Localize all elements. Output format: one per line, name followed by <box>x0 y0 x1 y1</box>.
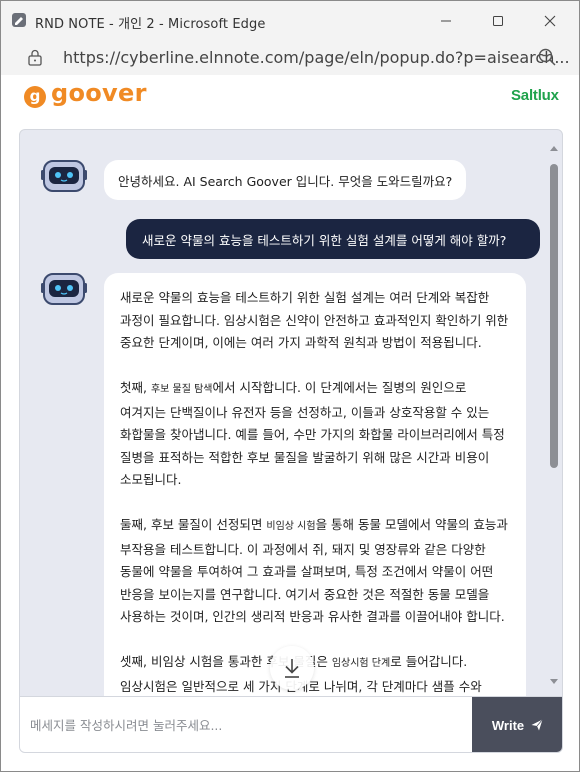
url-text[interactable]: https://cyberline.elnnote.com/page/eln/p… <box>63 48 570 67</box>
chat-messages[interactable]: 안녕하세요. AI Search Goover 입니다. 무엇을 도와드릴까요?… <box>20 130 546 696</box>
answer-paragraph: 첫째, 후보 물질 탐색에서 시작합니다. 이 단계에서는 질병의 원인으로 여… <box>120 380 505 487</box>
address-bar: https://cyberline.elnnote.com/page/eln/p… <box>1 41 579 75</box>
scrollbar[interactable] <box>548 138 560 694</box>
bot-greeting-bubble: 안녕하세요. AI Search Goover 입니다. 무엇을 도와드릴까요? <box>104 160 467 200</box>
minimize-icon <box>441 20 451 22</box>
scroll-up-icon[interactable] <box>549 144 559 152</box>
close-icon <box>544 15 556 27</box>
maximize-button[interactable] <box>483 9 513 33</box>
minimize-button[interactable] <box>431 9 461 33</box>
user-message-bubble: 새로운 약물의 효능을 테스트하기 위한 실험 설계를 어떻게 해야 할까? <box>126 219 540 259</box>
title-bar: RND NOTE - 개인 2 - Microsoft Edge <box>1 1 579 41</box>
browser-window: RND NOTE - 개인 2 - Microsoft Edge https:/… <box>0 0 580 772</box>
arrow-down-icon <box>285 659 299 678</box>
goover-logo-mark: g <box>24 86 46 108</box>
keyword-tag[interactable]: 후보 물질 탐색 <box>151 384 213 395</box>
saltlux-logo: Saltlux <box>511 87 559 104</box>
lock-icon[interactable] <box>27 48 43 66</box>
message-input[interactable] <box>20 697 472 752</box>
message-composer: Write <box>20 696 562 752</box>
paper-plane-icon <box>531 719 543 731</box>
maximize-icon <box>493 16 503 26</box>
window-title: RND NOTE - 개인 2 - Microsoft Edge <box>35 17 266 32</box>
robot-icon <box>41 160 87 192</box>
answer-paragraph: 새로운 약물의 효능을 테스트하기 위한 실험 설계는 여러 단계와 복잡한 과… <box>120 290 509 350</box>
chat-panel: 안녕하세요. AI Search Goover 입니다. 무엇을 도와드릴까요?… <box>19 129 563 753</box>
close-button[interactable] <box>535 9 565 33</box>
write-button-label: Write <box>491 717 525 733</box>
write-button[interactable]: Write <box>472 697 562 752</box>
answer-paragraph: 셋째, 비임상 시험을 통과한 후보 물질은 임상시험 단계로 들어갑니다. 임… <box>120 654 482 694</box>
keyword-tag[interactable]: 임상시험 단계 <box>332 658 390 669</box>
robot-icon <box>41 273 87 305</box>
scrollbar-thumb[interactable] <box>550 164 558 468</box>
edge-app-icon <box>12 13 26 27</box>
scroll-down-icon[interactable] <box>549 678 559 686</box>
bot-answer-bubble: 새로운 약물의 효능을 테스트하기 위한 실험 설계는 여러 단계와 복잡한 과… <box>104 273 526 696</box>
zoom-out-icon[interactable] <box>537 47 557 67</box>
goover-logo-text: goover <box>51 79 147 107</box>
keyword-tag[interactable]: 비임상 시험 <box>266 521 315 532</box>
scroll-to-bottom-button[interactable] <box>270 646 314 690</box>
answer-paragraph: 둘째, 후보 물질이 선정되면 비임상 시험을 통해 동물 모델에서 약물의 효… <box>120 517 508 624</box>
